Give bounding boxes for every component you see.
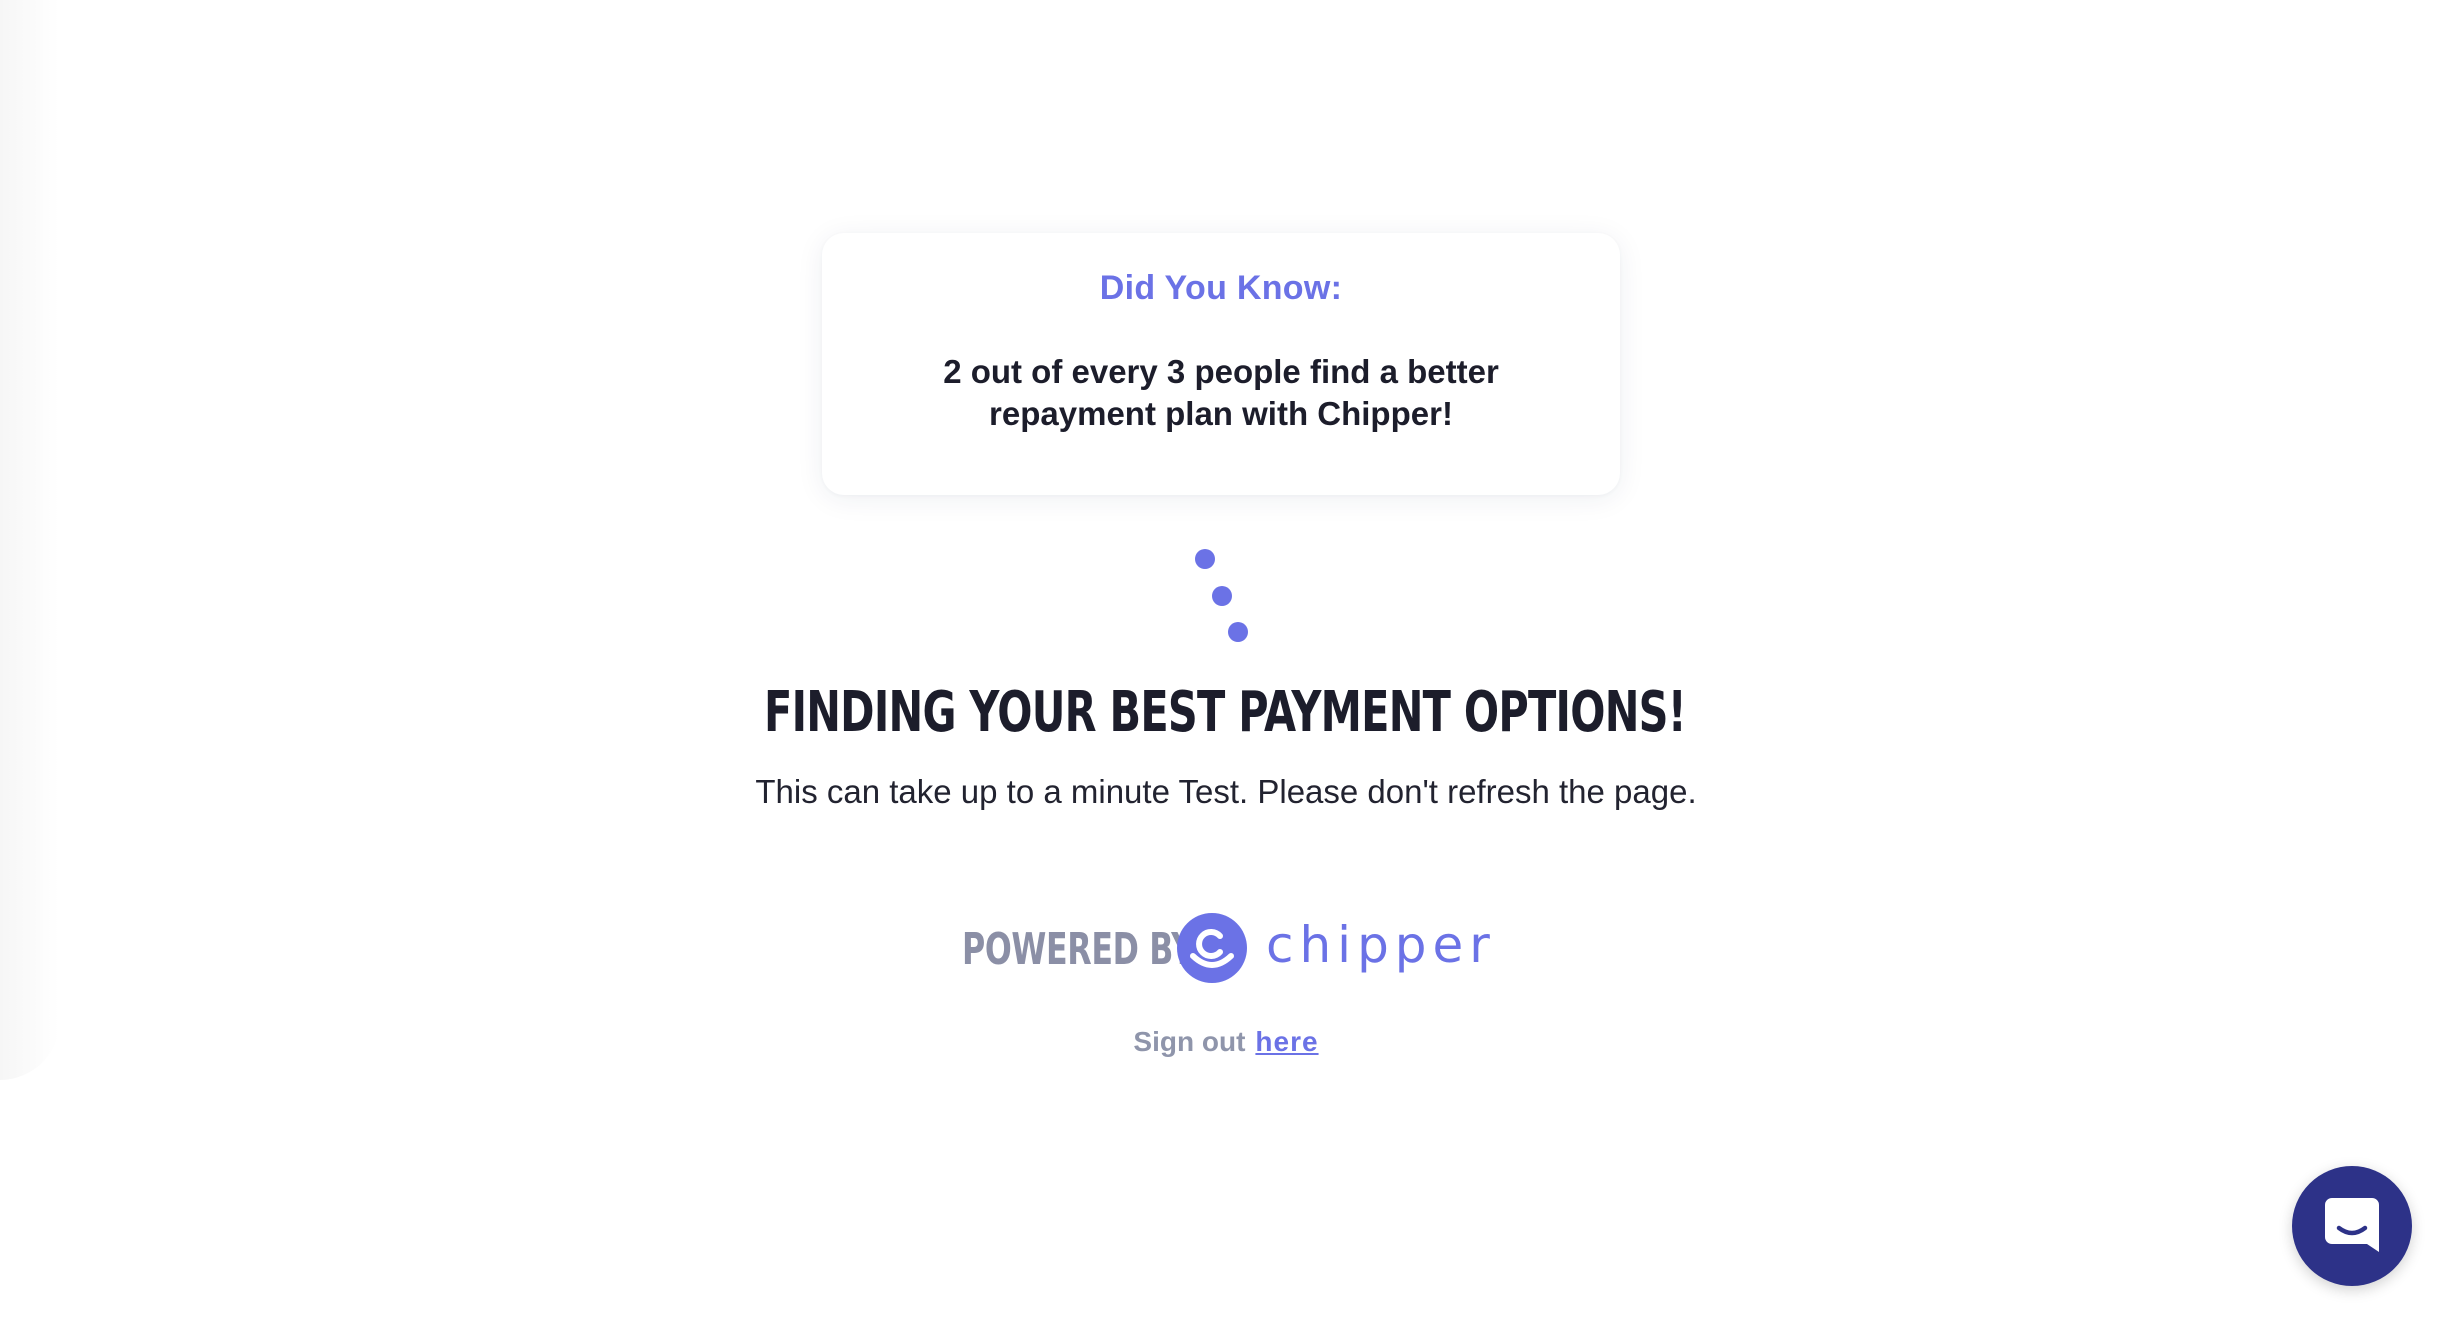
chat-bubble-icon — [2325, 1198, 2379, 1252]
spinner-dot — [1228, 622, 1248, 642]
powered-by-label: POWERED BY — [962, 924, 1194, 975]
spinner-dot — [1195, 549, 1215, 569]
spinner-dot — [1212, 586, 1232, 606]
tip-title: Did You Know: — [1099, 269, 1343, 307]
signout-prefix: Sign out — [1133, 1026, 1246, 1057]
loading-page: Did You Know: 2 out of every 3 people fi… — [0, 0, 2452, 1326]
loading-subtext: This can take up to a minute Test. Pleas… — [755, 773, 1697, 810]
chipper-wordmark: chipper — [1266, 916, 1496, 974]
chat-launcher-button[interactable] — [2292, 1166, 2412, 1286]
page-headline: FINDING YOUR BEST PAYMENT OPTIONS! — [763, 680, 1687, 745]
loading-spinner — [0, 0, 2452, 1326]
powered-by-branding: POWERED BY chipper — [0, 908, 2452, 988]
tip-body: 2 out of every 3 people find a better re… — [943, 353, 1499, 432]
signout-link[interactable]: here — [1255, 1026, 1318, 1057]
chipper-logo-icon — [1177, 913, 1247, 983]
did-you-know-card: Did You Know: 2 out of every 3 people fi… — [822, 233, 1620, 495]
signout-row: Sign out here — [0, 1026, 2452, 1058]
